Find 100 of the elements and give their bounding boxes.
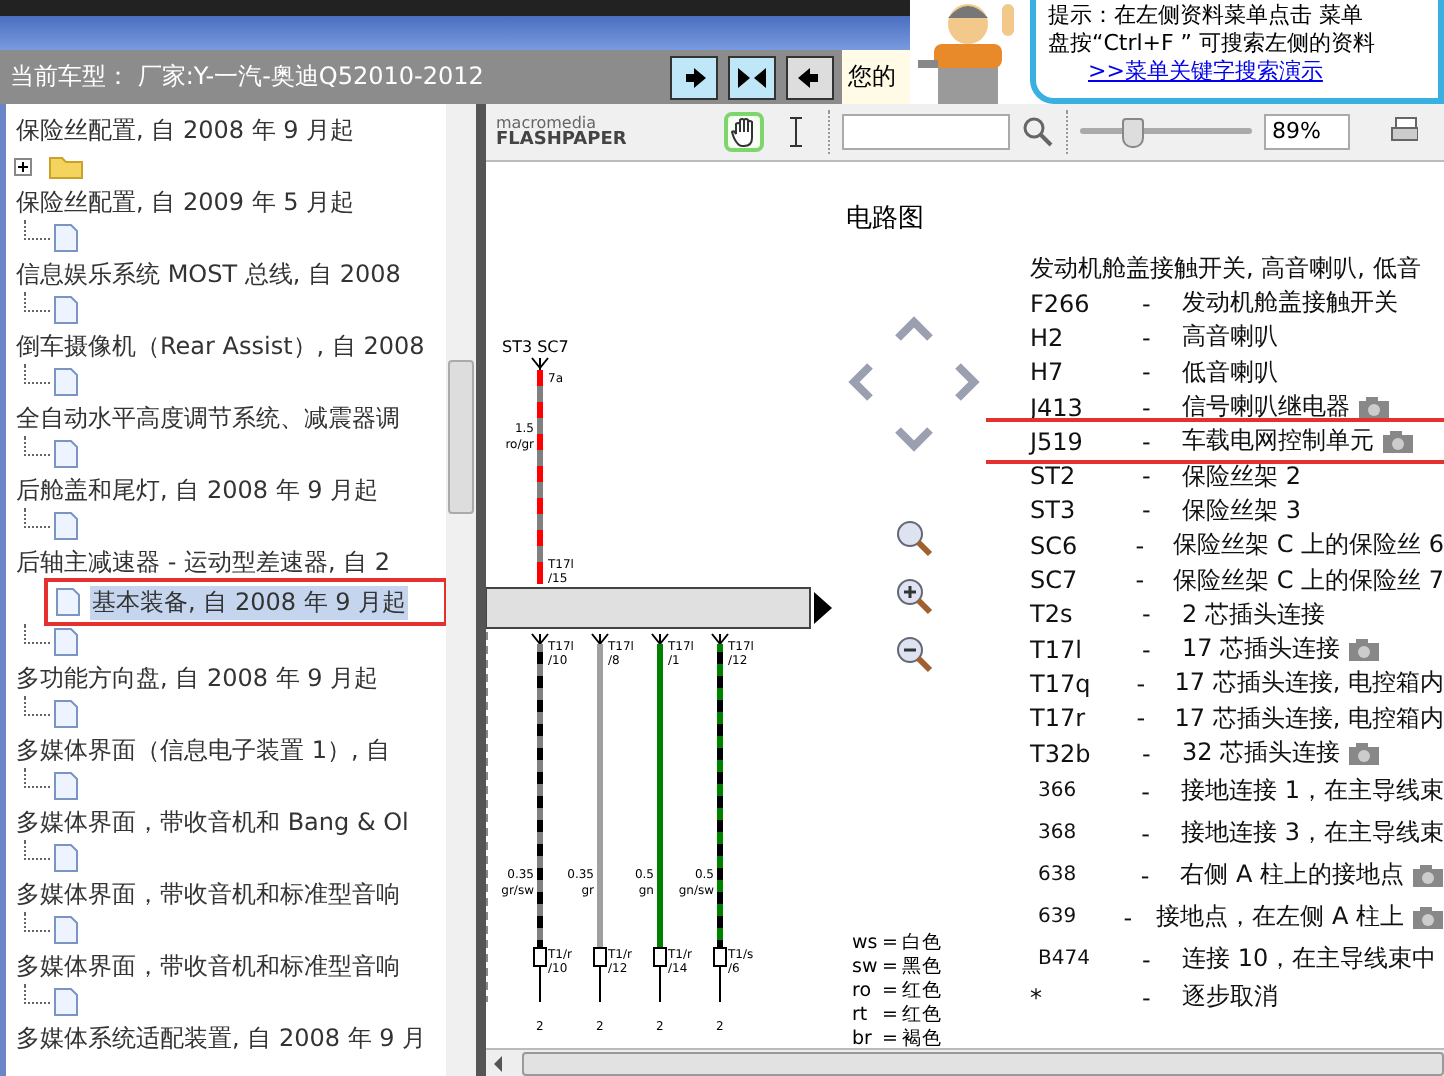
component-code: F266	[1030, 289, 1092, 318]
component-description: 17 芯插头连接, 电控箱内	[1174, 666, 1444, 701]
component-code: ST2	[1030, 462, 1078, 491]
zoom-in-icon[interactable]	[897, 579, 933, 615]
component-code: 368	[1036, 822, 1079, 845]
dash-text: -	[1136, 669, 1148, 698]
equals-sign: =	[882, 1028, 898, 1048]
search-field[interactable]	[842, 114, 1010, 150]
chevron-up-icon[interactable]	[895, 316, 933, 341]
chevron-left-icon[interactable]	[848, 363, 873, 401]
component-description: 17 芯插头连接	[1182, 632, 1341, 667]
tree-item[interactable]: 多媒体系统适配装置, 自 2008 年 9 月	[14, 1021, 429, 1055]
camera-icon[interactable]	[1348, 637, 1381, 662]
component-code: ST3	[1030, 496, 1078, 525]
magnifier-icon[interactable]	[897, 521, 933, 557]
document-icon[interactable]	[52, 842, 80, 874]
tree-item[interactable]: 全自动水平高度调节系统、减震器调	[14, 401, 402, 435]
document-icon[interactable]	[52, 366, 80, 398]
color-name: 白色	[902, 932, 942, 954]
component-description: 保险丝架 C 上的保险丝 7	[1173, 563, 1444, 598]
document-icon[interactable]	[52, 438, 80, 470]
component-description: 连接 10，在主导线束中	[1182, 942, 1437, 977]
component-code: B474	[1036, 948, 1092, 971]
component-description: 17 芯插头连接, 电控箱内	[1174, 701, 1444, 736]
hand-tool-button[interactable]	[724, 112, 764, 152]
component-code: 638	[1036, 864, 1079, 887]
tip-text: 盘按“Ctrl+F ” 可搜索左侧的资料	[1048, 30, 1378, 58]
search-icon[interactable]	[1022, 116, 1054, 148]
dash-text: -	[1141, 819, 1153, 848]
component-description: 逐步取消	[1182, 980, 1278, 1015]
component-description: 保险丝架 3	[1182, 493, 1301, 528]
component-description: 保险丝架 C 上的保险丝 6	[1173, 528, 1444, 563]
document-icon[interactable]	[52, 770, 80, 802]
document-icon[interactable]	[52, 986, 80, 1018]
tree-item[interactable]: 倒车摄像机（Rear Assist）, 自 2008	[14, 329, 427, 363]
document-icon[interactable]	[52, 626, 80, 658]
tree-item[interactable]: 多功能方向盘, 自 2008 年 9 月起	[14, 661, 381, 695]
nav-button[interactable]	[728, 55, 776, 99]
dash-text: -	[1142, 323, 1153, 352]
document-icon[interactable]	[54, 586, 82, 618]
arrow-left-icon	[798, 67, 822, 87]
horizontal-scrollbar[interactable]	[486, 1048, 1444, 1076]
tree-item[interactable]: 信息娱乐系统 MOST 总线, 自 2008	[14, 257, 403, 291]
color-code: br	[852, 1028, 872, 1048]
component-code: H7	[1030, 358, 1066, 387]
document-icon[interactable]	[52, 914, 80, 946]
dash-text: -	[1141, 777, 1153, 806]
tree-item[interactable]: 后舱盖和尾灯, 自 2008 年 9 月起	[14, 473, 381, 507]
component-code: SC7	[1030, 566, 1080, 595]
color-name: 黑色	[902, 956, 942, 978]
vertical-scrollbar[interactable]	[446, 104, 476, 1076]
component-description: 32 芯插头连接	[1182, 736, 1341, 770]
tree-item[interactable]: 多媒体界面，带收音机和 Bang & Ol	[14, 805, 411, 839]
zoom-field[interactable]: 89%	[1264, 114, 1350, 150]
component-code: *	[1030, 983, 1044, 1012]
component-code: H2	[1030, 323, 1066, 352]
component-description: 信号喇叭继电器	[1182, 390, 1350, 425]
folder-icon[interactable]	[48, 152, 84, 180]
camera-icon[interactable]	[1382, 429, 1414, 454]
component-code: J519	[1030, 427, 1085, 456]
dash-text: -	[1142, 496, 1153, 525]
dash-text: -	[1142, 427, 1153, 456]
dash-text: -	[1140, 861, 1152, 890]
camera-icon[interactable]	[1412, 863, 1444, 888]
dash-text: -	[1142, 739, 1153, 767]
tree-item[interactable]: 基本装备, 自 2008 年 9 月起	[90, 585, 409, 619]
component-code: 639	[1036, 906, 1079, 929]
nav-button[interactable]	[670, 55, 718, 99]
document-icon[interactable]	[52, 294, 80, 326]
diagram-title: 电路图	[846, 204, 924, 234]
tree-item[interactable]: 保险丝配置, 自 2008 年 9 月起	[14, 113, 357, 147]
component-code: J413	[1030, 393, 1085, 422]
tree-item[interactable]: 保险丝配置, 自 2009 年 5 月起	[14, 185, 357, 219]
color-name: 红色	[902, 980, 942, 1002]
tree-item[interactable]: 后轴主减速器 - 运动型差速器, 自 2	[14, 545, 393, 579]
component-code: T17l	[1030, 635, 1084, 664]
nav-button[interactable]	[786, 55, 834, 99]
document-icon[interactable]	[52, 698, 80, 730]
tree-item[interactable]: 多媒体界面，带收音机和标准型音响	[14, 877, 402, 911]
component-description: 车载电网控制单元	[1182, 424, 1374, 459]
flashpaper-logo: macromedia FLASHPAPER	[496, 114, 629, 150]
dash-text: -	[1142, 945, 1153, 974]
expand-toggle[interactable]	[14, 157, 32, 175]
dash-text: -	[1135, 566, 1147, 595]
chevron-right-icon[interactable]	[955, 363, 980, 401]
document-icon[interactable]	[52, 510, 80, 542]
zoom-out-icon[interactable]	[897, 637, 933, 673]
component-description: 高音喇叭	[1182, 320, 1278, 355]
camera-icon[interactable]	[1358, 395, 1390, 420]
camera-icon[interactable]	[1412, 905, 1444, 930]
dash-text: -	[1142, 393, 1153, 422]
camera-icon[interactable]	[1348, 741, 1381, 765]
tree-item[interactable]: 多媒体界面，带收音机和标准型音响	[14, 949, 402, 983]
chevron-down-icon[interactable]	[895, 427, 933, 452]
car-model-text: 当前车型： 厂家:Y-一汽-奥迪Q52010-2012	[8, 60, 486, 94]
tree-item[interactable]: 多媒体界面（信息电子装置 1）, 自	[14, 733, 393, 767]
zoom-slider[interactable]	[1080, 118, 1252, 146]
document-icon[interactable]	[52, 222, 80, 254]
search-demo-link[interactable]: >>菜单关键字搜索演示	[1048, 58, 1438, 86]
dash-text: -	[1142, 462, 1153, 491]
